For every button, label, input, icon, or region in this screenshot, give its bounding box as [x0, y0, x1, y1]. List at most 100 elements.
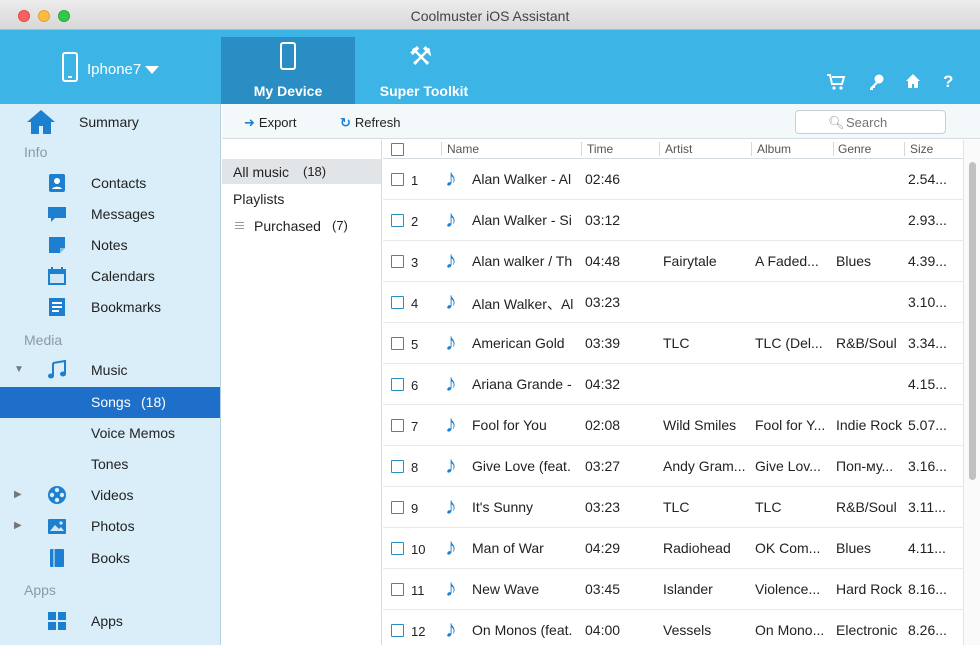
bookmarks-icon: [49, 298, 65, 316]
window-title: Coolmuster iOS Assistant: [410, 8, 570, 24]
song-genre: R&B/Soul: [836, 335, 897, 351]
table-row[interactable]: ♪ 10 Man of War 04:29 Radiohead OK Com... Blue…: [383, 528, 963, 569]
song-album: Give Lov...: [755, 458, 821, 474]
top-header: Iphone7 My Device ⚒ Super Toolkit ?: [0, 30, 980, 104]
sidebar-item-tones[interactable]: Tones: [0, 449, 220, 480]
key-icon[interactable]: [868, 73, 886, 95]
sidebar-item-summary[interactable]: Summary: [0, 106, 220, 137]
contacts-icon: [49, 174, 65, 192]
song-artist: Radiohead: [663, 540, 731, 556]
table-row[interactable]: ♪ 12 On Monos (feat. 04:00 Vessels On Mono...…: [383, 610, 963, 645]
sidebar-item-contacts[interactable]: Contacts: [0, 168, 220, 199]
category-all-music[interactable]: All music (18): [222, 159, 381, 184]
collapsed-arrow-icon[interactable]: ▶: [14, 520, 22, 531]
row-checkbox[interactable]: [391, 542, 404, 555]
row-index: 9: [411, 501, 419, 516]
sidebar-item-videos[interactable]: ▶ Videos: [0, 480, 220, 511]
row-checkbox[interactable]: [391, 255, 404, 268]
row-checkbox[interactable]: [391, 337, 404, 350]
sidebar-item-voice-memos[interactable]: Voice Memos: [0, 418, 220, 449]
scrollbar-thumb[interactable]: [969, 162, 976, 480]
table-row[interactable]: ♪ 6 Ariana Grande - 04:32 4.15...: [383, 364, 963, 405]
sidebar-item-bookmarks[interactable]: Bookmarks: [0, 292, 220, 323]
song-album: A Faded...: [755, 253, 819, 269]
music-note-icon: ♪: [445, 575, 457, 602]
table-row[interactable]: ♪ 5 American Gold 03:39 TLC TLC (Del... R&B/So…: [383, 323, 963, 364]
music-note-icon: ♪: [445, 247, 457, 274]
sidebar-item-notes[interactable]: Notes: [0, 230, 220, 261]
row-checkbox[interactable]: [391, 214, 404, 227]
table-row[interactable]: ♪ 4 Alan Walker、Al 03:23 3.10...: [383, 282, 963, 323]
search-box[interactable]: 🔍︎: [795, 110, 946, 134]
table-scrollbar[interactable]: [963, 140, 980, 645]
device-name: Iphone7: [87, 61, 142, 78]
export-button[interactable]: ➜ Export: [244, 115, 296, 131]
row-checkbox[interactable]: [391, 583, 404, 596]
sidebar-item-books[interactable]: Books: [0, 543, 220, 574]
sidebar-item-photos[interactable]: ▶ Photos: [0, 511, 220, 542]
row-checkbox[interactable]: [391, 378, 404, 391]
music-note-icon: ♪: [445, 452, 457, 479]
cart-icon[interactable]: [826, 73, 846, 95]
column-header-genre[interactable]: Genre: [838, 142, 871, 156]
table-row[interactable]: ♪ 7 Fool for You 02:08 Wild Smiles Fool for Y…: [383, 405, 963, 446]
row-checkbox[interactable]: [391, 460, 404, 473]
help-icon[interactable]: ?: [943, 73, 953, 91]
song-size: 4.11...: [908, 540, 946, 556]
sidebar-item-label: Notes: [91, 237, 128, 253]
row-checkbox[interactable]: [391, 419, 404, 432]
table-row[interactable]: ♪ 3 Alan walker / Th 04:48 Fairytale A Faded.…: [383, 241, 963, 282]
expanded-arrow-icon[interactable]: ▼: [14, 364, 24, 375]
song-name: Give Love (feat.: [472, 458, 571, 474]
song-time: 04:48: [585, 253, 621, 269]
song-time: 04:00: [585, 622, 621, 638]
sidebar-item-messages[interactable]: Messages: [0, 199, 220, 230]
tab-label: Super Toolkit: [379, 83, 469, 99]
sidebar-item-label: Photos: [91, 518, 135, 534]
chevron-down-icon[interactable]: [145, 66, 159, 74]
row-checkbox[interactable]: [391, 624, 404, 637]
select-all-checkbox[interactable]: [391, 143, 404, 156]
table-row[interactable]: ♪ 11 New Wave 03:45 Islander Violence... Hard …: [383, 569, 963, 610]
tab-my-device[interactable]: My Device: [221, 37, 355, 104]
row-checkbox[interactable]: [391, 173, 404, 186]
sidebar-item-label: Videos: [91, 487, 134, 503]
sidebar-item-calendars[interactable]: Calendars: [0, 261, 220, 292]
row-index: 3: [411, 255, 419, 270]
export-arrow-icon: ➜: [244, 115, 255, 130]
column-header-name[interactable]: Name: [447, 142, 479, 156]
playlist-purchased[interactable]: Purchased (7): [222, 213, 381, 238]
sidebar-item-music[interactable]: ▼ Music: [0, 355, 220, 386]
table-row[interactable]: ♪ 2 Alan Walker - Si 03:12 2.93...: [383, 200, 963, 241]
category-playlists[interactable]: Playlists: [222, 186, 381, 211]
refresh-label: Refresh: [354, 115, 401, 130]
row-checkbox[interactable]: [391, 296, 404, 309]
row-index: 6: [411, 378, 419, 393]
device-selector[interactable]: Iphone7: [0, 30, 220, 104]
table-row[interactable]: ♪ 9 It's Sunny 03:23 TLC TLC R&B/Soul 3.11...: [383, 487, 963, 528]
sidebar-item-label: Calendars: [91, 268, 155, 284]
sidebar-item-apps[interactable]: Apps: [0, 606, 220, 637]
refresh-button[interactable]: ↻ Refresh: [340, 115, 400, 131]
collapsed-arrow-icon[interactable]: ▶: [14, 489, 22, 500]
column-header-size[interactable]: Size: [910, 142, 933, 156]
tab-super-toolkit[interactable]: ⚒ Super Toolkit: [356, 37, 492, 104]
column-header-time[interactable]: Time: [587, 142, 613, 156]
book-icon: [50, 549, 64, 567]
song-size: 3.10...: [908, 294, 947, 310]
table-row[interactable]: ♪ 8 Give Love (feat. 03:27 Andy Gram... Give …: [383, 446, 963, 487]
song-time: 03:39: [585, 335, 621, 351]
row-checkbox[interactable]: [391, 501, 404, 514]
photos-icon: [48, 519, 66, 534]
music-note-icon: ♪: [445, 616, 457, 643]
column-header-artist[interactable]: Artist: [665, 142, 692, 156]
column-header-album[interactable]: Album: [757, 142, 791, 156]
phone-icon: [280, 42, 296, 70]
table-row[interactable]: ♪ 1 Alan Walker - Al 02:46 2.54...: [383, 159, 963, 200]
content-toolbar: ➜ Export ↻ Refresh 🔍︎: [222, 104, 980, 139]
search-input[interactable]: [846, 114, 941, 130]
song-album: OK Com...: [755, 540, 821, 556]
row-index: 4: [411, 296, 419, 311]
home-icon[interactable]: [905, 73, 921, 93]
sidebar-item-songs[interactable]: Songs (18): [0, 387, 220, 418]
